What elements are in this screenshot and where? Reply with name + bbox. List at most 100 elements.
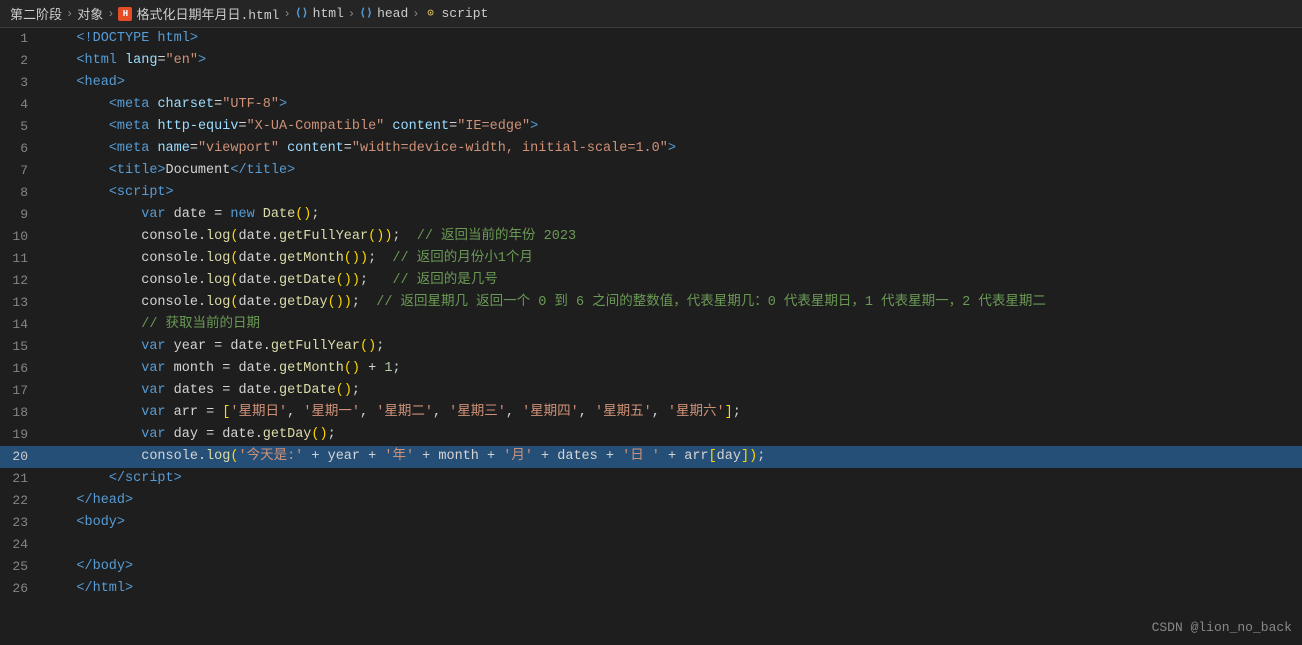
breadcrumb-item-6[interactable]: ⊙ script (424, 6, 489, 21)
line-12: 12 console.log(date.getDate()); // 返回的是几… (0, 270, 1302, 292)
line-content: <head> (42, 72, 1302, 94)
breadcrumb-sep: › (66, 7, 73, 21)
line-content: <meta name="viewport" content="width=dev… (42, 138, 1302, 160)
breadcrumb-item-5[interactable]: ⟨⟩ head (359, 6, 408, 21)
breadcrumb-item-2[interactable]: 对象 (77, 4, 103, 23)
line-content: <meta charset="UTF-8"> (42, 94, 1302, 116)
line-content: console.log(date.getMonth()); // 返回的月份小1… (42, 248, 1302, 270)
line-number: 11 (0, 248, 42, 270)
line-content (42, 534, 1302, 556)
line-number: 10 (0, 226, 42, 248)
breadcrumb-label: 第二阶段 (10, 4, 62, 23)
line-19: 19 var day = date.getDay(); (0, 424, 1302, 446)
line-content: </script> (42, 468, 1302, 490)
line-content: <meta http-equiv="X-UA-Compatible" conte… (42, 116, 1302, 138)
line-number: 16 (0, 358, 42, 380)
watermark: CSDN @lion_no_back (1152, 620, 1292, 635)
line-3: 3 <head> (0, 72, 1302, 94)
line-number: 21 (0, 468, 42, 490)
line-content: var year = date.getFullYear(); (42, 336, 1302, 358)
line-content: <title>Document</title> (42, 160, 1302, 182)
breadcrumb-item-3[interactable]: H 格式化日期年月日.html (118, 4, 279, 23)
line-16: 16 var month = date.getMonth() + 1; (0, 358, 1302, 380)
line-15: 15 var year = date.getFullYear(); (0, 336, 1302, 358)
line-number: 3 (0, 72, 42, 94)
line-7: 7 <title>Document</title> (0, 160, 1302, 182)
line-number: 24 (0, 534, 42, 556)
line-number: 19 (0, 424, 42, 446)
line-content: var month = date.getMonth() + 1; (42, 358, 1302, 380)
line-20: 20 console.log('今天是:' + year + '年' + mon… (0, 446, 1302, 468)
breadcrumb-label: 格式化日期年月日.html (136, 4, 279, 23)
breadcrumb-sep: › (412, 7, 419, 21)
line-number: 22 (0, 490, 42, 512)
line-number: 2 (0, 50, 42, 72)
line-11: 11 console.log(date.getMonth()); // 返回的月… (0, 248, 1302, 270)
line-number: 9 (0, 204, 42, 226)
line-number: 18 (0, 402, 42, 424)
line-content: console.log('今天是:' + year + '年' + month … (42, 446, 1302, 468)
breadcrumb-label: 对象 (77, 4, 103, 23)
line-number: 20 (0, 446, 42, 468)
line-content: </body> (42, 556, 1302, 578)
line-22: 22 </head> (0, 490, 1302, 512)
line-number: 26 (0, 578, 42, 600)
line-content: console.log(date.getDate()); // 返回的是几号 (42, 270, 1302, 292)
line-number: 7 (0, 160, 42, 182)
breadcrumb-item-1[interactable]: 第二阶段 (10, 4, 62, 23)
line-6: 6 <meta name="viewport" content="width=d… (0, 138, 1302, 160)
line-4: 4 <meta charset="UTF-8"> (0, 94, 1302, 116)
line-24: 24 (0, 534, 1302, 556)
line-content: var dates = date.getDate(); (42, 380, 1302, 402)
line-13: 13 console.log(date.getDay()); // 返回星期几 … (0, 292, 1302, 314)
line-content: var arr = ['星期日', '星期一', '星期二', '星期三', '… (42, 402, 1302, 424)
line-content: <html lang="en"> (42, 50, 1302, 72)
breadcrumb-label: script (442, 6, 489, 21)
line-number: 15 (0, 336, 42, 358)
line-21: 21 </script> (0, 468, 1302, 490)
tag-icon: ⟨⟩ (295, 7, 309, 21)
line-18: 18 var arr = ['星期日', '星期一', '星期二', '星期三'… (0, 402, 1302, 424)
breadcrumb-sep: › (107, 7, 114, 21)
line-number: 13 (0, 292, 42, 314)
breadcrumb-item-4[interactable]: ⟨⟩ html (295, 6, 344, 21)
breadcrumb-sep: › (283, 7, 290, 21)
line-1: 1 <!DOCTYPE html> (0, 28, 1302, 50)
line-10: 10 console.log(date.getFullYear()); // 返… (0, 226, 1302, 248)
line-26: 26 </html> (0, 578, 1302, 600)
breadcrumb-sep: › (348, 7, 355, 21)
line-number: 5 (0, 116, 42, 138)
line-content: var date = new Date(); (42, 204, 1302, 226)
line-9: 9 var date = new Date(); (0, 204, 1302, 226)
line-5: 5 <meta http-equiv="X-UA-Compatible" con… (0, 116, 1302, 138)
line-content: console.log(date.getDay()); // 返回星期几 返回一… (42, 292, 1302, 314)
line-number: 23 (0, 512, 42, 534)
line-number: 17 (0, 380, 42, 402)
line-17: 17 var dates = date.getDate(); (0, 380, 1302, 402)
line-content: <!DOCTYPE html> (42, 28, 1302, 50)
line-content: </html> (42, 578, 1302, 600)
line-number: 4 (0, 94, 42, 116)
breadcrumb-label: html (313, 6, 344, 21)
code-editor[interactable]: 1 <!DOCTYPE html> 2 <html lang="en"> 3 <… (0, 28, 1302, 645)
line-number: 8 (0, 182, 42, 204)
line-number: 6 (0, 138, 42, 160)
line-23: 23 <body> (0, 512, 1302, 534)
line-2: 2 <html lang="en"> (0, 50, 1302, 72)
line-content: <body> (42, 512, 1302, 534)
line-content: var day = date.getDay(); (42, 424, 1302, 446)
breadcrumb: 第二阶段 › 对象 › H 格式化日期年月日.html › ⟨⟩ html › … (0, 0, 1302, 28)
tag-icon: ⟨⟩ (359, 7, 373, 21)
line-number: 14 (0, 314, 42, 336)
line-14: 14 // 获取当前的日期 (0, 314, 1302, 336)
html-icon: H (118, 7, 132, 21)
line-number: 1 (0, 28, 42, 50)
line-content: <script> (42, 182, 1302, 204)
script-icon: ⊙ (424, 7, 438, 21)
line-number: 25 (0, 556, 42, 578)
line-content: console.log(date.getFullYear()); // 返回当前… (42, 226, 1302, 248)
line-8: 8 <script> (0, 182, 1302, 204)
breadcrumb-label: head (377, 6, 408, 21)
line-content: // 获取当前的日期 (42, 314, 1302, 336)
line-content: </head> (42, 490, 1302, 512)
